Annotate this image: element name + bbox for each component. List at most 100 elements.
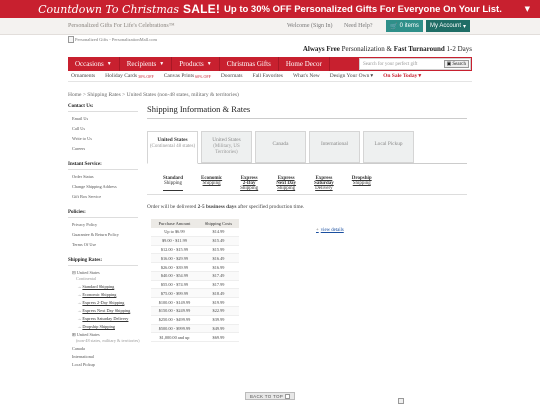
table-cell: Up to $6.99 <box>151 228 198 237</box>
promo-bold-1: Always Free <box>302 45 340 53</box>
delivery-note: Order will be delivered 2-5 business day… <box>147 204 467 210</box>
table-cell: $17.99 <box>197 280 239 290</box>
nav-products[interactable]: Products ▼ <box>172 57 220 71</box>
my-account-button[interactable]: My Account ▾ <box>426 20 470 32</box>
tab-us-military[interactable]: United States (Military, US Territories) <box>201 131 252 163</box>
subnav-ornaments[interactable]: Ornaments <box>68 73 100 79</box>
tree-link: Express Saturday Delivery <box>82 316 129 321</box>
method-economic[interactable]: Economic Shipping <box>201 176 222 191</box>
sidebar-link-guarantee[interactable]: Guarantee & Return Policy <box>72 232 138 237</box>
search-placeholder: Search for your perfect gift <box>363 61 418 67</box>
shipping-method-tabs: Standard Shipping Economic Shipping Expres… <box>147 176 467 191</box>
sidebar-item-economic[interactable]: → Economic Shipping <box>77 292 138 297</box>
sidebar-item-express-saturday[interactable]: → Express Saturday Delivery <box>77 316 138 321</box>
view-details-link[interactable]: + view details <box>316 228 344 233</box>
table-row: Up to $6.99 $14.99 <box>151 228 239 237</box>
sidebar-link-write[interactable]: Write to Us <box>72 136 138 141</box>
sidebar-item-express-2day[interactable]: → Express 2-Day Shipping <box>77 300 138 305</box>
sidebar-item-us-military[interactable]: ⊞ United States (non-48 states, military … <box>72 332 140 343</box>
subnav-canvas-prints[interactable]: Canvas Prints 60% OFF <box>159 73 216 79</box>
search-button[interactable]: ▣ Search <box>443 60 469 68</box>
table-row: $250.00 - $499.99 $39.99 <box>151 315 239 325</box>
table-row: $75.00 - $99.99 $18.49 <box>151 288 239 299</box>
site-tagline: Personalized Gifts For Life's Celebratio… <box>68 23 175 29</box>
method-standard[interactable]: Standard Shipping <box>163 176 184 191</box>
page-title: Shipping Information & Rates <box>147 104 467 119</box>
search-input[interactable]: Search for your perfect gift ▣ Search <box>359 58 471 70</box>
sidebar-item-us-continental[interactable]: ⊟ United States Continental <box>72 270 138 281</box>
sidebar-item-express-next-day[interactable]: → Express Next Day Shipping <box>77 308 138 313</box>
sidebar-item-canada[interactable]: Canada <box>72 346 138 351</box>
tab-title: United States <box>157 137 188 143</box>
sidebar-link-gift-box[interactable]: Gift Box Service <box>72 194 138 199</box>
subnav-whats-new[interactable]: What's New <box>288 73 325 79</box>
table-cell: $12.00 - $15.99 <box>151 245 198 255</box>
deliver-post: after specified production time. <box>237 204 305 210</box>
help-link[interactable]: Need Help? <box>344 23 373 29</box>
tree-link: Economic Shipping <box>82 292 117 297</box>
account-label: My Account <box>429 23 461 29</box>
subnav-on-sale-today[interactable]: On Sale Today ▾ <box>378 73 426 79</box>
tab-us-continental[interactable]: United States (Continental 48 states) <box>147 131 198 164</box>
sidebar-link-order-status[interactable]: Order Status <box>72 174 138 179</box>
table-row: $40.00 - $54.99 $17.49 <box>151 271 239 281</box>
promo-banner[interactable]: Countdown To Christmas SALE! Up to 30% O… <box>0 0 540 18</box>
table-cell: $22.99 <box>197 306 239 316</box>
method-express-saturday[interactable]: Express Saturday Delivery <box>314 176 334 191</box>
table-cell: $100.00 - $149.99 <box>151 297 198 308</box>
sidebar-item-international[interactable]: International <box>72 354 138 359</box>
nav-occasions[interactable]: Occasions ▼ <box>68 57 120 71</box>
subnav-fall-favorites[interactable]: Fall Favorites <box>248 73 288 79</box>
subnav-doormats[interactable]: Doormats <box>216 73 248 79</box>
tab-canada[interactable]: Canada <box>255 131 306 163</box>
promo-bold-2: Fast Turnaround <box>393 45 445 53</box>
method-bottom: Delivery <box>315 186 333 191</box>
sidebar-link-call[interactable]: Call Us <box>72 126 138 131</box>
cart-icon: 🛒 <box>390 23 398 30</box>
table-cell: $14.99 <box>197 228 239 237</box>
tree-link: Express 2-Day Shipping <box>82 300 125 305</box>
cart-button[interactable]: 🛒 0 items <box>386 20 423 32</box>
sidebar-link-email[interactable]: Email Us <box>72 116 138 121</box>
sidebar-link-careers[interactable]: Careers <box>72 146 138 151</box>
sidebar-link-change-address[interactable]: Change Shipping Address <box>72 184 138 189</box>
sign-in-link[interactable]: Welcome (Sign In) <box>287 23 333 29</box>
tab-title: International <box>320 141 349 147</box>
table-cell: $150.00 - $249.99 <box>151 306 198 316</box>
table-cell: $16.49 <box>197 253 239 264</box>
sidebar-item-local-pickup[interactable]: Local Pickup <box>72 362 138 367</box>
method-bottom: Shipping <box>202 181 221 186</box>
tree-sublabel: (non-48 states, military & territories) <box>76 338 140 343</box>
subnav-design-your-own[interactable]: Design Your Own ▾ <box>325 73 378 79</box>
sidebar-item-dropship[interactable]: → Dropship Shipping <box>77 324 138 329</box>
broken-image-icon <box>398 398 404 404</box>
nav-label: Home Decor <box>285 60 322 68</box>
chevron-down-icon[interactable]: ▼ <box>525 5 530 13</box>
table-cell: $39.99 <box>197 315 239 325</box>
nav-christmas-gifts[interactable]: Christmas Gifts <box>220 57 279 71</box>
table-cell: $9.00 - $11.99 <box>151 236 198 246</box>
breadcrumb[interactable]: Home > Shipping Rates > United States (n… <box>68 92 239 98</box>
nav-label: Occasions <box>75 60 104 68</box>
nav-home-decor[interactable]: Home Decor <box>279 57 330 71</box>
tab-subtitle: (Continental 48 states) <box>149 143 196 149</box>
method-bottom: Shipping <box>352 181 371 186</box>
sidebar-link-privacy[interactable]: Privacy Policy <box>72 222 138 227</box>
chevron-down-icon: ▼ <box>159 61 165 67</box>
sidebar-item-standard[interactable]: → Standard Shipping <box>77 284 138 289</box>
method-dropship[interactable]: Dropship Shipping <box>352 176 372 191</box>
sidebar-link-terms[interactable]: Terms Of Use <box>72 242 138 247</box>
tab-local-pickup[interactable]: Local Pickup <box>363 131 414 163</box>
table-cell: $18.49 <box>197 288 239 299</box>
back-to-top-button[interactable]: BACK TO TOP <box>245 392 295 400</box>
method-express-2day[interactable]: Express 2-Day Shipping <box>240 176 258 191</box>
method-express-next-day[interactable]: Express Next Day Shipping <box>276 176 296 191</box>
plus-icon: + <box>316 228 319 233</box>
nav-recipients[interactable]: Recipients ▼ <box>120 57 173 71</box>
site-logo[interactable]: Personalized Gifts - PersonalizationMall… <box>68 36 157 43</box>
tab-international[interactable]: International <box>309 131 360 163</box>
sidebar-section-title: Shipping Rates: <box>68 258 138 266</box>
table-cell: $15.49 <box>197 236 239 246</box>
tree-link: Standard Shipping <box>82 284 115 289</box>
subnav-holiday-cards[interactable]: Holiday Cards 30% OFF <box>100 73 159 79</box>
